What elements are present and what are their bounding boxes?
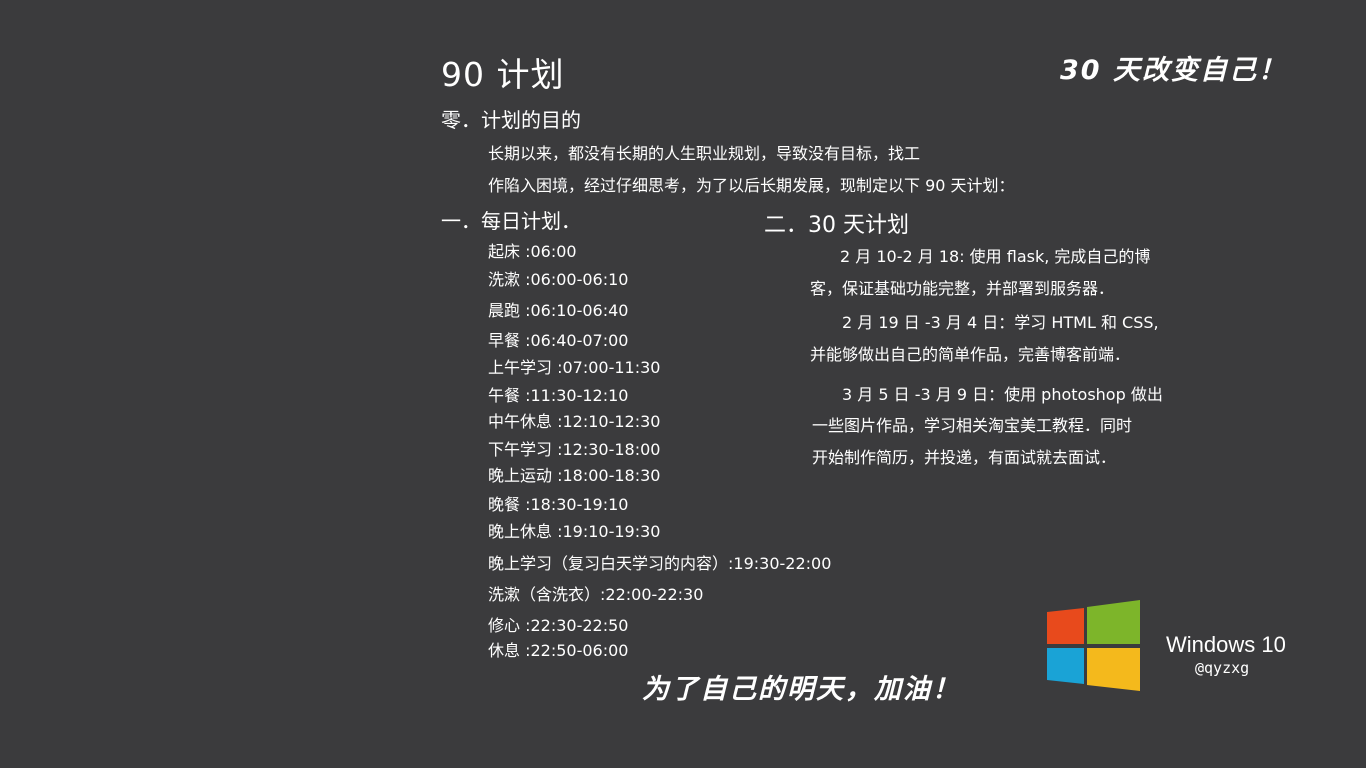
logo-green-pane [1087, 600, 1140, 644]
schedule-item: 修心 :22:30-22:50 [488, 616, 629, 635]
plan-line: 客，保证基础功能完整，并部署到服务器． [810, 279, 1115, 298]
schedule-item: 晚上运动 :18:00-18:30 [488, 466, 661, 485]
os-name: Windows 10 [1166, 632, 1286, 657]
schedule-item: 晨跑 :06:10-06:40 [488, 301, 629, 320]
plan-line: 一些图片作品，学习相关淘宝美工教程．同时 [812, 416, 1133, 435]
schedule-item: 晚餐 :18:30-19:10 [488, 495, 629, 514]
schedule-item: 中午休息 :12:10-12:30 [488, 412, 661, 431]
schedule-item: 晚上休息 :19:10-19:30 [488, 522, 661, 541]
section-daily-heading: 一．每日计划． [441, 209, 581, 233]
slogan-top: 30 天改变自己！ [1060, 55, 1287, 86]
plan-line: 2 月 10-2 月 18: 使用 flask, 完成自己的博 [840, 247, 1151, 266]
user-handle: @qyzxg [1195, 659, 1250, 677]
logo-yellow-pane [1087, 648, 1140, 691]
schedule-item: 洗漱（含洗衣）:22:00-22:30 [488, 585, 704, 604]
section-purpose-heading: 零．计划的目的 [441, 108, 581, 132]
plan-title: 90 计划 [441, 55, 565, 94]
schedule-item: 午餐 :11:30-12:10 [488, 386, 629, 405]
plan-line: 3 月 5 日 -3 月 9 日：使用 photoshop 做出 [842, 385, 1163, 404]
schedule-item: 起床 :06:00 [488, 242, 577, 261]
purpose-line-2: 作陷入困境，经过仔细思考，为了以后长期发展，现制定以下 90 天计划： [488, 176, 1015, 195]
schedule-item: 洗漱 :06:00-06:10 [488, 270, 629, 289]
logo-red-pane [1047, 608, 1084, 644]
section-30day-heading: 二．30 天计划 [764, 213, 909, 238]
schedule-item: 下午学习 :12:30-18:00 [488, 440, 661, 459]
schedule-item: 晚上学习（复习白天学习的内容）:19:30-22:00 [488, 554, 832, 573]
plan-line: 2 月 19 日 -3 月 4 日：学习 HTML 和 CSS, [842, 313, 1159, 332]
windows-logo-icon [1046, 600, 1142, 692]
plan-line: 开始制作简历，并投递，有面试就去面试． [812, 448, 1117, 467]
purpose-line-1: 长期以来，都没有长期的人生职业规划，导致没有目标，找工 [488, 144, 921, 163]
plan-line: 并能够做出自己的简单作品，完善博客前端． [810, 345, 1131, 364]
schedule-item: 上午学习 :07:00-11:30 [488, 358, 661, 377]
logo-blue-pane [1047, 648, 1084, 684]
slogan-bottom: 为了自己的明天，加油！ [642, 674, 961, 705]
schedule-item: 休息 :22:50-06:00 [488, 641, 629, 660]
schedule-item: 早餐 :06:40-07:00 [488, 331, 629, 350]
